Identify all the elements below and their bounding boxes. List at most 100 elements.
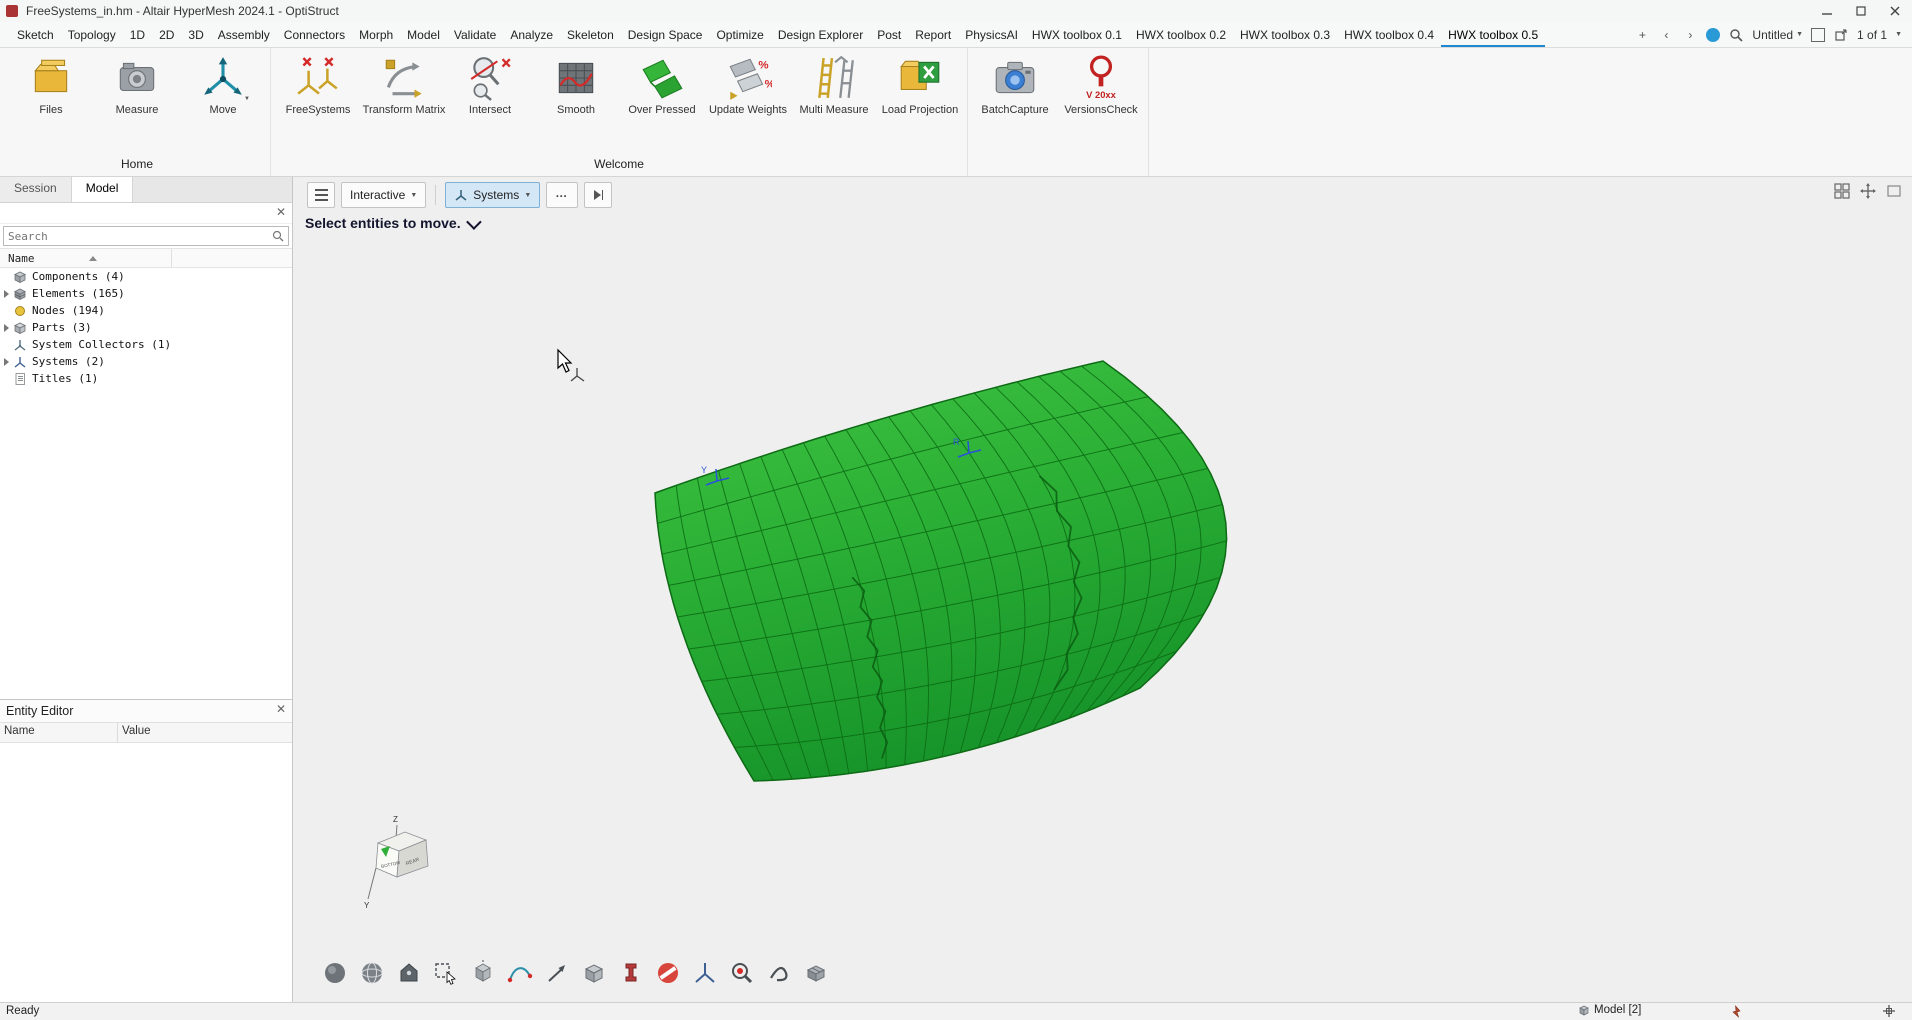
entity-editor-close-icon[interactable]: ✕ — [276, 702, 286, 716]
tree-row-parts-3[interactable]: Parts (3) — [0, 319, 292, 336]
batchcapture-icon — [991, 54, 1039, 102]
ribbon-button-over-pressed[interactable]: Over Pressed — [619, 54, 705, 117]
menu-item-design-explorer[interactable]: Design Explorer — [771, 22, 870, 47]
chevron-down-icon[interactable]: ▼ — [244, 96, 250, 102]
solid-block-icon[interactable] — [581, 960, 607, 986]
tab-model[interactable]: Model — [71, 177, 134, 202]
nodes-icon — [12, 304, 28, 318]
ribbon-button-freesystems[interactable]: FreeSystems — [275, 54, 361, 117]
ribbon-button-measure[interactable]: Measure — [94, 54, 180, 117]
next-chevron-icon[interactable]: › — [1682, 27, 1698, 43]
ribbon-button-batchcapture[interactable]: BatchCapture — [972, 54, 1058, 117]
more-options-button[interactable]: … — [546, 182, 579, 208]
wireframe-globe-icon[interactable] — [359, 960, 385, 986]
ribbon-button-move[interactable]: Move ▼ — [180, 54, 266, 117]
expand-arrow-icon[interactable] — [0, 323, 12, 332]
menu-item-assembly[interactable]: Assembly — [211, 22, 277, 47]
tree-row-elements-165[interactable]: Elements (165) — [0, 285, 292, 302]
ribbon-button-transform-matrix[interactable]: Transform Matrix — [361, 54, 447, 117]
entity-tag-icon[interactable] — [396, 960, 422, 986]
menu-item-skeleton[interactable]: Skeleton — [560, 22, 621, 47]
menu-item-3d[interactable]: 3D — [181, 22, 210, 47]
tree-row-titles-1[interactable]: Titles (1) — [0, 370, 292, 387]
graphics-viewport[interactable]: Y R Z BOTTOM REAR Y Interactive ▼ Systems ▼ …… — [293, 177, 1912, 1002]
systems-triad-icon[interactable] — [692, 960, 718, 986]
menu-item-topology[interactable]: Topology — [61, 22, 123, 47]
ribbon-button-update-weights[interactable]: %% Update Weights — [705, 54, 791, 117]
pan-arrows-icon[interactable] — [1858, 181, 1878, 201]
mask-icon[interactable] — [655, 960, 681, 986]
maximize-button[interactable] — [1844, 0, 1878, 22]
beam-section-icon[interactable] — [618, 960, 644, 986]
menu-item-1d[interactable]: 1D — [123, 22, 152, 47]
ribbon-button-load-projection[interactable]: Load Projection — [877, 54, 963, 117]
export-icon[interactable] — [1833, 27, 1849, 43]
menu-item-sketch[interactable]: Sketch — [10, 22, 61, 47]
tree-row-system-collectors-1[interactable]: System Collectors (1) — [0, 336, 292, 353]
ribbon-button-versionscheck[interactable]: V 20xx VersionsCheck — [1058, 54, 1144, 117]
menu-item-hwx-toolbox-0-1[interactable]: HWX toolbox 0.1 — [1025, 22, 1129, 47]
search-input[interactable] — [3, 226, 289, 246]
menu-item-report[interactable]: Report — [908, 22, 958, 47]
vector-tool-icon[interactable] — [544, 960, 570, 986]
menu-item-physicsai[interactable]: PhysicsAI — [958, 22, 1025, 47]
menu-item-connectors[interactable]: Connectors — [277, 22, 352, 47]
menu-item-hwx-toolbox-0-4[interactable]: HWX toolbox 0.4 — [1337, 22, 1441, 47]
guide-menu-button[interactable] — [307, 182, 335, 208]
sync-icon[interactable] — [1706, 27, 1721, 42]
maximize-viewport-icon[interactable] — [1884, 181, 1904, 201]
expand-arrow-icon[interactable] — [0, 357, 12, 366]
ribbon-button-multi-measure[interactable]: Multi Measure — [791, 54, 877, 117]
search-icon[interactable] — [1728, 27, 1744, 43]
menu-item-optimize[interactable]: Optimize — [709, 22, 770, 47]
browser-close-icon[interactable]: ✕ — [276, 205, 286, 219]
menu-item-post[interactable]: Post — [870, 22, 908, 47]
tree-row-components-4[interactable]: Components (4) — [0, 268, 292, 285]
layout-icon[interactable] — [1811, 27, 1826, 42]
tree-column-header[interactable]: Name — [0, 248, 292, 268]
shaded-sphere-icon[interactable] — [322, 960, 348, 986]
systems-tool-button[interactable]: Systems ▼ — [445, 182, 541, 208]
menu-item-validate[interactable]: Validate — [447, 22, 503, 47]
model-badge[interactable]: Model [2] — [1578, 1004, 1641, 1016]
menu-item-model[interactable]: Model — [400, 22, 447, 47]
menu-item-morph[interactable]: Morph — [352, 22, 400, 47]
minimize-button[interactable] — [1810, 0, 1844, 22]
mode-dropdown-button[interactable]: Interactive ▼ — [341, 182, 427, 208]
tab-session[interactable]: Session — [0, 177, 72, 202]
status-alert-icon[interactable] — [1729, 1005, 1742, 1020]
menu-item-design-space[interactable]: Design Space — [621, 22, 710, 47]
menu-item-hwx-toolbox-0-2[interactable]: HWX toolbox 0.2 — [1129, 22, 1233, 47]
tree-row-label: Systems (2) — [32, 355, 105, 368]
menu-item-hwx-toolbox-0-3[interactable]: HWX toolbox 0.3 — [1233, 22, 1337, 47]
document-dropdown[interactable]: Untitled ▼ — [1752, 28, 1803, 42]
menu-item-2d[interactable]: 2D — [152, 22, 181, 47]
move-box-icon[interactable] — [470, 960, 496, 986]
advance-button[interactable] — [584, 182, 613, 208]
sort-ascending-icon — [88, 255, 97, 261]
tree-row-label: Parts (3) — [32, 321, 92, 334]
tree-row-label: Elements (165) — [32, 287, 125, 300]
page-indicator-chevron-icon[interactable]: ▼ — [1895, 31, 1902, 38]
ribbon-button-files[interactable]: Files — [8, 54, 94, 117]
ribbon-button-label: Files — [39, 104, 63, 116]
area-select-icon[interactable] — [433, 960, 459, 986]
geometry-block-icon[interactable] — [803, 960, 829, 986]
morph-tool-icon[interactable] — [766, 960, 792, 986]
tree-row-nodes-194[interactable]: Nodes (194) — [0, 302, 292, 319]
ribbon-button-smooth[interactable]: Smooth — [533, 54, 619, 117]
scene-canvas[interactable]: Y R ZBOTTOM REARY — [293, 177, 1912, 1002]
add-tab-icon[interactable]: + — [1634, 27, 1650, 43]
prev-chevron-icon[interactable]: ‹ — [1658, 27, 1674, 43]
menu-item-analyze[interactable]: Analyze — [503, 22, 560, 47]
expand-arrow-icon[interactable] — [0, 289, 12, 298]
status-crosshair-icon[interactable] — [1882, 1004, 1896, 1020]
close-button[interactable] — [1878, 0, 1912, 22]
tree-row-systems-2[interactable]: Systems (2) — [0, 353, 292, 370]
ribbon-button-intersect[interactable]: Intersect — [447, 54, 533, 117]
search-entities-icon[interactable] — [729, 960, 755, 986]
menu-item-hwx-toolbox-0-5[interactable]: HWX toolbox 0.5 — [1441, 22, 1546, 47]
window-title: FreeSystems_in.hm - Altair HyperMesh 202… — [26, 4, 339, 18]
grid-view-icon[interactable] — [1832, 181, 1852, 201]
edit-curve-icon[interactable] — [507, 960, 533, 986]
